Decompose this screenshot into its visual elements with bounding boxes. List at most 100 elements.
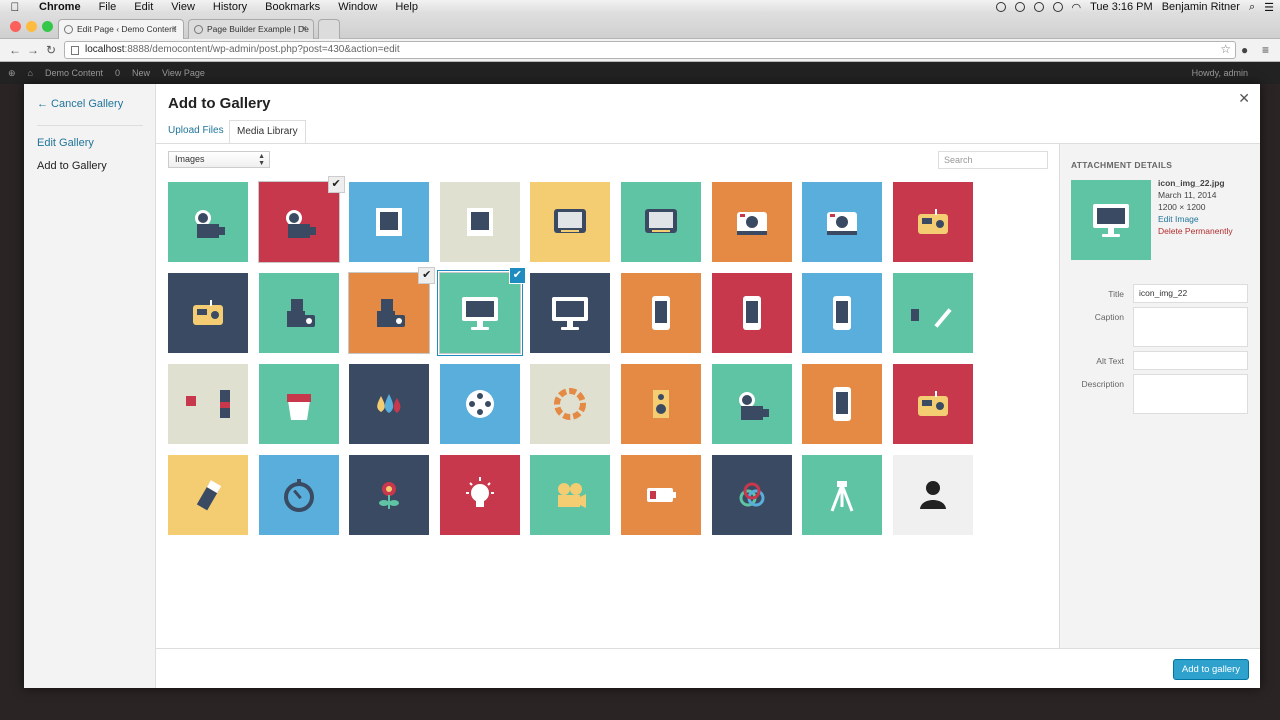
attachment-tile[interactable] bbox=[621, 364, 701, 444]
attachment-tile[interactable] bbox=[168, 273, 248, 353]
edit-gallery-link[interactable]: Edit Gallery bbox=[37, 137, 94, 149]
address-bar[interactable]: localhost:8888/democontent/wp-admin/post… bbox=[64, 41, 1236, 59]
attachment-tile[interactable]: ✔ bbox=[348, 267, 436, 354]
status-icon[interactable] bbox=[1014, 2, 1025, 12]
attachment-tile[interactable] bbox=[802, 455, 883, 535]
adminbar-view[interactable]: View Page bbox=[162, 68, 205, 78]
menu-app[interactable]: Chrome bbox=[30, 1, 90, 13]
adminbar-howdy[interactable]: Howdy, admin bbox=[1192, 68, 1248, 78]
tv-icon bbox=[645, 209, 677, 233]
attachment-tile[interactable] bbox=[439, 455, 520, 535]
menu-bookmarks[interactable]: Bookmarks bbox=[256, 1, 329, 13]
spotlight-icon[interactable]: ⌕ bbox=[1249, 1, 1255, 14]
attachment-tile[interactable] bbox=[530, 182, 611, 262]
close-window-icon[interactable] bbox=[10, 21, 21, 32]
add-to-gallery-button[interactable]: Add to gallery bbox=[1172, 659, 1249, 680]
attachment-tile[interactable] bbox=[711, 455, 792, 535]
attachment-tile[interactable] bbox=[168, 364, 248, 444]
adminbar-new[interactable]: New bbox=[132, 68, 150, 78]
status-icon[interactable] bbox=[1052, 2, 1063, 12]
extension-icon[interactable]: ● bbox=[1241, 43, 1248, 57]
zoom-window-icon[interactable] bbox=[42, 21, 53, 32]
wordpress-logo-icon[interactable]: ⊕ bbox=[8, 68, 16, 79]
attachment-tile[interactable] bbox=[258, 364, 339, 444]
status-icon[interactable] bbox=[1033, 2, 1044, 12]
attachment-tile[interactable] bbox=[621, 455, 701, 535]
attachment-tile[interactable] bbox=[892, 364, 973, 444]
list-icon[interactable]: ☰ bbox=[1264, 1, 1274, 14]
attachment-tile[interactable] bbox=[349, 364, 430, 444]
attachment-tile[interactable] bbox=[892, 455, 973, 535]
tab-upload-files[interactable]: Upload Files bbox=[161, 120, 231, 144]
menu-history[interactable]: History bbox=[204, 1, 256, 13]
attachment-tile[interactable] bbox=[349, 455, 430, 535]
phone-icon bbox=[833, 296, 852, 330]
attachment-tile[interactable] bbox=[802, 273, 883, 353]
attachment-tile[interactable] bbox=[621, 182, 701, 262]
wifi-icon[interactable]: ◠ bbox=[1072, 1, 1082, 14]
attachment-tile[interactable] bbox=[168, 455, 248, 535]
attachment-tile[interactable] bbox=[711, 273, 792, 353]
browser-tab[interactable]: Page Builder Example | De × bbox=[188, 19, 314, 39]
attachment-tile[interactable] bbox=[621, 273, 701, 353]
attachment-tile[interactable] bbox=[892, 182, 973, 262]
delete-permanently-link[interactable]: Delete Permanently bbox=[1158, 226, 1233, 236]
tab-media-library[interactable]: Media Library bbox=[229, 120, 306, 144]
edit-image-link[interactable]: Edit Image bbox=[1158, 214, 1199, 224]
close-tab-icon[interactable]: × bbox=[302, 23, 307, 33]
attachment-tile[interactable] bbox=[892, 273, 973, 353]
home-icon[interactable]: ⌂ bbox=[28, 68, 33, 78]
reload-icon[interactable]: ↻ bbox=[42, 43, 60, 57]
caption-field[interactable] bbox=[1133, 307, 1248, 347]
battery-icon bbox=[647, 488, 676, 502]
attachment-tile[interactable]: ✔ bbox=[438, 267, 526, 354]
radio-icon bbox=[917, 209, 948, 234]
attachment-tile[interactable] bbox=[802, 364, 883, 444]
attachment-tile[interactable] bbox=[711, 364, 792, 444]
alt-text-field[interactable] bbox=[1133, 351, 1248, 370]
attachment-tile[interactable] bbox=[168, 182, 248, 262]
attachment-tile[interactable] bbox=[439, 364, 520, 444]
clock[interactable]: Tue 3:16 PM bbox=[1090, 1, 1153, 13]
status-icon[interactable] bbox=[995, 2, 1006, 12]
menu-file[interactable]: File bbox=[90, 1, 126, 13]
selected-check-icon[interactable]: ✔ bbox=[418, 267, 436, 284]
attachment-tile[interactable] bbox=[349, 182, 430, 262]
user-name[interactable]: Benjamin Ritner bbox=[1162, 1, 1240, 13]
adminbar-site[interactable]: Demo Content bbox=[45, 68, 103, 78]
frame-icon bbox=[376, 208, 403, 236]
selected-check-icon[interactable]: ✔ bbox=[327, 176, 345, 193]
add-to-gallery-link[interactable]: Add to Gallery bbox=[37, 160, 107, 172]
menu-window[interactable]: Window bbox=[329, 1, 386, 13]
minimize-window-icon[interactable] bbox=[26, 21, 37, 32]
attachment-tile[interactable] bbox=[258, 273, 339, 353]
menu-icon[interactable]: ≡ bbox=[1262, 43, 1269, 57]
attachment-tile[interactable] bbox=[802, 182, 883, 262]
back-icon[interactable]: ← bbox=[6, 43, 24, 57]
bookmark-star-icon[interactable]: ☆ bbox=[1220, 42, 1231, 56]
close-icon[interactable]: ✕ bbox=[1238, 90, 1250, 107]
attachment-tile[interactable] bbox=[530, 364, 611, 444]
attachment-tile[interactable] bbox=[530, 455, 611, 535]
attachment-tile[interactable] bbox=[530, 273, 611, 353]
menu-view[interactable]: View bbox=[162, 1, 204, 13]
media-type-filter[interactable]: Images ▲ ▼ bbox=[168, 151, 270, 168]
browser-tab-active[interactable]: Edit Page ‹ Demo Content × bbox=[58, 19, 184, 39]
cancel-gallery-link[interactable]: ← Cancel Gallery bbox=[37, 98, 123, 110]
attachment-tile[interactable] bbox=[439, 182, 520, 262]
apple-icon[interactable]:  bbox=[0, 0, 30, 14]
page-icon bbox=[71, 46, 79, 55]
description-field[interactable] bbox=[1133, 374, 1248, 414]
menu-help[interactable]: Help bbox=[386, 1, 427, 13]
adminbar-comments[interactable]: 0 bbox=[115, 68, 120, 78]
attachment-tile[interactable] bbox=[258, 455, 339, 535]
forward-icon[interactable]: → bbox=[24, 43, 42, 57]
title-field[interactable]: icon_img_22 bbox=[1133, 284, 1248, 303]
attachment-tile[interactable]: ✔ bbox=[257, 176, 345, 263]
search-input[interactable]: Search bbox=[938, 151, 1048, 169]
close-tab-icon[interactable]: × bbox=[172, 23, 177, 33]
attachment-tile[interactable] bbox=[711, 182, 792, 262]
menu-edit[interactable]: Edit bbox=[125, 1, 162, 13]
new-tab-button[interactable] bbox=[318, 19, 340, 39]
selected-check-icon[interactable]: ✔ bbox=[508, 267, 526, 284]
